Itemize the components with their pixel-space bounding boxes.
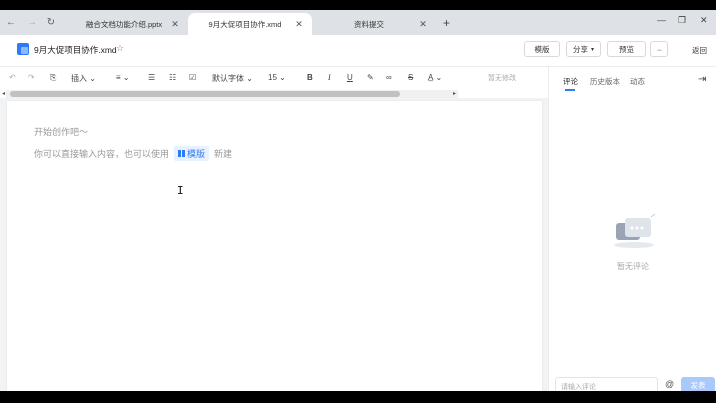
close-icon[interactable]: ✕ xyxy=(418,19,428,30)
bullet-list-icon[interactable]: ☰ xyxy=(148,73,155,82)
share-label: 分享 xyxy=(572,44,588,54)
numbered-list-icon[interactable]: ☷ xyxy=(169,73,176,82)
document-icon xyxy=(17,43,29,55)
font-family-select[interactable]: 默认字体 ⌄ xyxy=(212,73,253,84)
comment-panel: 评论 历史版本 动态 ⇥ 暂无评论 请输入评论 @ 发表 xyxy=(548,67,716,391)
strikethrough-button[interactable]: S xyxy=(408,73,413,82)
tab-comments[interactable]: 评论 xyxy=(563,76,578,87)
tab-activity[interactable]: 动态 xyxy=(630,76,645,87)
insert-menu[interactable]: 插入 ⌄ xyxy=(71,73,96,84)
placeholder-heading: 开始创作吧～ xyxy=(34,127,89,137)
highlight-icon[interactable]: ✎ xyxy=(367,73,374,82)
scroll-right-icon[interactable]: ▸ xyxy=(453,90,456,97)
save-status: 暂无修改 xyxy=(488,75,516,82)
forward-arrow-icon[interactable]: → xyxy=(26,16,38,28)
font-color-icon[interactable]: A̲ ⌄ xyxy=(428,73,442,82)
tab-label: 融合文档功能介绍.pptx xyxy=(85,19,163,29)
tab-submission[interactable]: 资料提交 ✕ xyxy=(312,13,436,35)
reload-icon[interactable]: ↻ xyxy=(45,16,57,28)
font-family-label: 默认字体 xyxy=(212,74,244,83)
undo-icon[interactable]: ↶ xyxy=(9,73,16,82)
document-title[interactable]: 9月大促项目协作.xmd xyxy=(34,44,117,56)
window-close-icon[interactable]: ✕ xyxy=(700,15,708,26)
scroll-left-icon[interactable]: ◂ xyxy=(2,90,5,97)
placeholder-hint: 你可以直接输入内容，也可以使用 模版 新建 xyxy=(34,146,232,161)
checklist-icon[interactable]: ☑ xyxy=(189,73,196,82)
browser-tab-bar: ← → ↻ 融合文档功能介绍.pptx ✕ 9月大促项目协作.xmd ✕ 资料提… xyxy=(0,10,716,35)
preview-button[interactable]: 预览 xyxy=(607,41,646,57)
back-button[interactable]: 返回 xyxy=(692,45,707,56)
more-button[interactable]: ··· xyxy=(650,41,668,57)
collapse-panel-icon[interactable]: ⇥ xyxy=(698,74,706,85)
document-header: 9月大促项目协作.xmd ☆ 模版 分享 ▾ 预览 ··· 返回 xyxy=(0,35,716,67)
redo-icon[interactable]: ↷ xyxy=(28,73,35,82)
hint-suffix: 新建 xyxy=(214,149,233,159)
link-icon[interactable]: ∞ xyxy=(386,73,392,82)
share-button[interactable]: 分享 ▾ xyxy=(566,41,601,57)
chevron-down-icon: ⌄ xyxy=(279,73,286,82)
chevron-down-icon: ▾ xyxy=(590,46,594,53)
italic-button[interactable]: I xyxy=(328,73,331,82)
underline-button[interactable]: U xyxy=(347,73,353,82)
tab-label: 资料提交 xyxy=(354,19,384,29)
star-icon[interactable]: ☆ xyxy=(116,43,124,54)
send-comment-button[interactable]: 发表 xyxy=(681,377,715,391)
toolbar-scrollbar[interactable]: ◂ ▸ xyxy=(2,90,458,98)
comment-input[interactable]: 请输入评论 xyxy=(555,377,658,391)
scrollbar-thumb[interactable] xyxy=(10,91,400,97)
text-cursor-icon: I xyxy=(177,184,184,197)
tab-label: 9月大促项目协作.xmd xyxy=(208,19,282,29)
template-chip[interactable]: 模版 xyxy=(174,146,210,161)
minimize-icon[interactable]: — xyxy=(657,15,666,25)
template-button[interactable]: 模版 xyxy=(524,41,560,57)
grid-icon xyxy=(178,150,186,157)
app-window: ← → ↻ 融合文档功能介绍.pptx ✕ 9月大促项目协作.xmd ✕ 资料提… xyxy=(0,10,716,391)
template-chip-label: 模版 xyxy=(187,149,206,159)
bold-button[interactable]: B xyxy=(307,73,313,82)
editor-canvas: 开始创作吧～ 你可以直接输入内容，也可以使用 模版 新建 I xyxy=(0,98,548,391)
new-tab-button[interactable]: + xyxy=(443,16,450,30)
mention-button[interactable]: @ xyxy=(665,379,674,389)
format-painter-icon[interactable]: ⎘ xyxy=(50,73,56,83)
chevron-down-icon: ⌄ xyxy=(246,74,253,83)
insert-label: 插入 xyxy=(71,74,87,83)
back-arrow-icon[interactable]: ← xyxy=(5,16,17,28)
empty-comments-icon xyxy=(614,214,656,248)
tab-history[interactable]: 历史版本 xyxy=(590,76,620,87)
hint-prefix: 你可以直接输入内容，也可以使用 xyxy=(34,149,170,159)
editor-toolbar: ↶ ↷ ⎘ 插入 ⌄ ≡ ⌄ ☰ ☷ ☑ 默认字体 ⌄ 15 ⌄ B I U ✎… xyxy=(0,67,548,91)
restore-icon[interactable]: ❐ xyxy=(678,15,686,26)
active-tab-indicator xyxy=(565,89,575,91)
empty-comments-text: 暂无评论 xyxy=(617,262,649,271)
document-page[interactable]: 开始创作吧～ 你可以直接输入内容，也可以使用 模版 新建 I xyxy=(7,101,542,391)
font-size-select[interactable]: 15 ⌄ xyxy=(268,73,286,82)
align-icon[interactable]: ≡ ⌄ xyxy=(116,73,130,82)
close-icon[interactable]: ✕ xyxy=(294,19,304,30)
close-icon[interactable]: ✕ xyxy=(170,19,180,30)
chevron-down-icon: ⌄ xyxy=(89,74,96,83)
tab-xmd[interactable]: 9月大促项目协作.xmd ✕ xyxy=(188,13,312,35)
tab-pptx[interactable]: 融合文档功能介绍.pptx ✕ xyxy=(70,13,188,35)
font-size-label: 15 xyxy=(268,73,277,82)
